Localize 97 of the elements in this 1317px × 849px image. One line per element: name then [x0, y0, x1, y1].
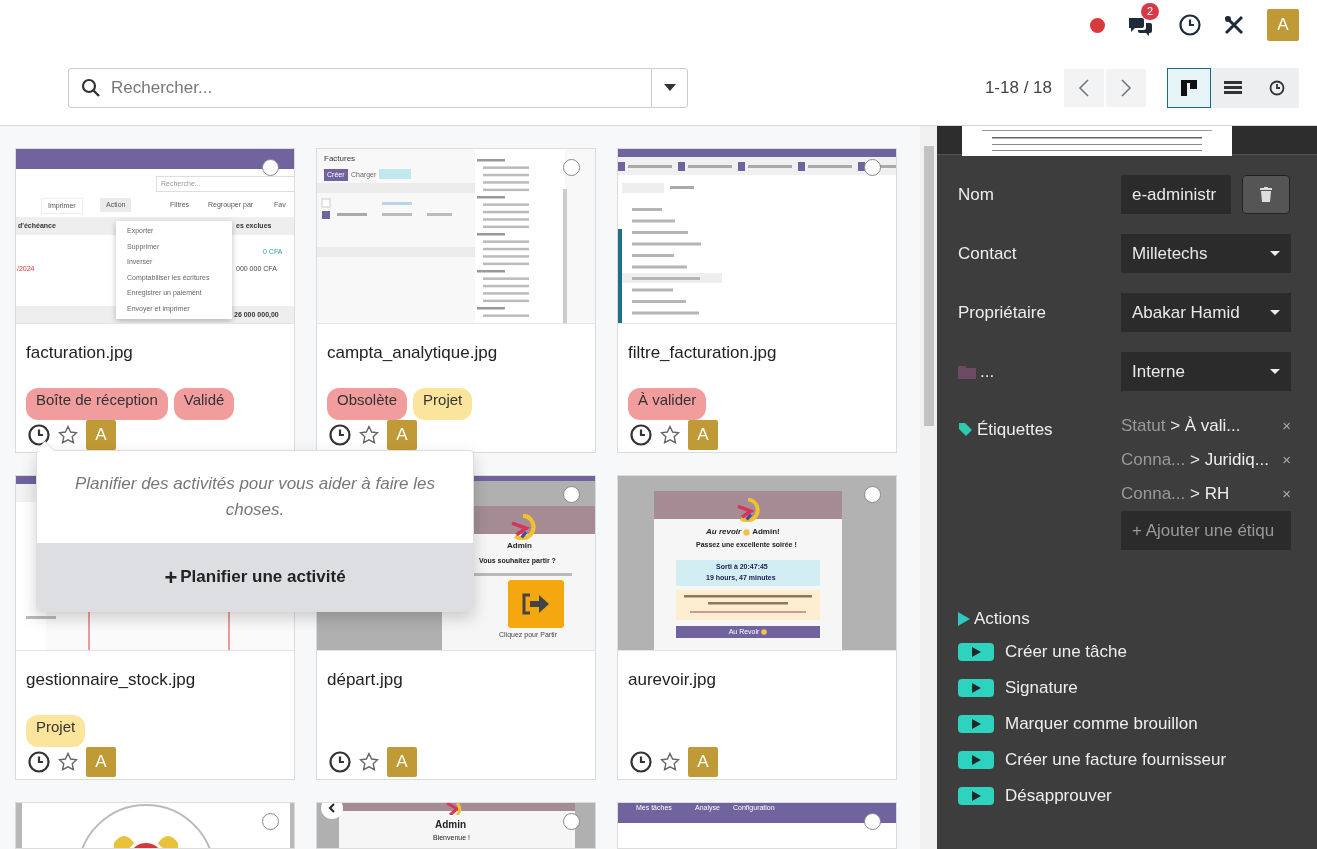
- tag: Validé: [173, 388, 235, 420]
- play-icon: [958, 751, 994, 769]
- clock-icon[interactable]: [329, 424, 351, 446]
- select-field[interactable]: Abakar Hamid: [1121, 293, 1291, 332]
- caret-icon: [1270, 310, 1280, 315]
- trash-icon: [1260, 187, 1272, 202]
- star-icon[interactable]: [359, 425, 379, 445]
- select-field[interactable]: Interne: [1121, 352, 1291, 391]
- play-icon: [958, 643, 994, 661]
- notification-badge: 2: [1141, 3, 1160, 20]
- chevron-left-icon: [1078, 77, 1090, 98]
- hint-text: Planifier des activités pour vous aider à faire les choses.: [74, 473, 436, 522]
- tools-icon[interactable]: [1223, 14, 1245, 36]
- action-item[interactable]: Créer une facture fournisseur: [958, 742, 1317, 778]
- scrollbar[interactable]: [920, 126, 937, 849]
- star-icon[interactable]: [660, 752, 680, 772]
- hand-icon: [761, 629, 768, 635]
- delete-button[interactable]: [1242, 175, 1290, 214]
- user-name: Admin!: [752, 528, 780, 537]
- file-name: campta_analytique.jpg: [326, 342, 499, 364]
- triangle-icon: [958, 612, 970, 626]
- clock-icon[interactable]: [1179, 14, 1201, 36]
- clock-icon[interactable]: [329, 751, 351, 773]
- greeting-text: Au revoir: [706, 528, 742, 537]
- file-name: facturation.jpg: [25, 342, 134, 364]
- user-name: Admin: [507, 542, 532, 551]
- clock-icon[interactable]: [630, 751, 652, 773]
- field-label: Contact: [958, 242, 1017, 265]
- hand-icon: [743, 528, 751, 536]
- tag: Conna... > RH: [1121, 481, 1230, 507]
- chevron-right-icon: [1120, 77, 1132, 98]
- play-icon: [958, 679, 994, 697]
- user-avatar: A: [387, 420, 417, 450]
- field-label: Propriétaire: [958, 301, 1046, 324]
- star-icon[interactable]: [58, 752, 78, 772]
- star-icon[interactable]: [359, 752, 379, 772]
- user-avatar: A: [86, 420, 116, 450]
- select-checkbox[interactable]: [864, 486, 881, 503]
- chevron-left-icon: [328, 803, 336, 813]
- pager-range: 1-18 / 18: [984, 76, 1052, 99]
- section-title: Actions: [974, 608, 1030, 631]
- schedule-activity-button[interactable]: +Planifier une activité: [37, 543, 473, 611]
- tag-input-field[interactable]: + Ajouter une étiqu: [1121, 511, 1291, 550]
- file-name: départ.jpg: [326, 669, 404, 691]
- logo-icon: [736, 498, 760, 522]
- user-avatar: A: [688, 420, 718, 450]
- caret-icon[interactable]: [663, 83, 676, 92]
- select-checkbox[interactable]: [563, 159, 580, 176]
- user-avatar: A: [688, 747, 718, 777]
- caret-icon: [1270, 369, 1280, 374]
- file-name: filtre_facturation.jpg: [627, 342, 778, 364]
- select-field[interactable]: Milletechs: [1121, 234, 1291, 273]
- clock-icon[interactable]: [630, 424, 652, 446]
- tag-icon: [958, 422, 973, 438]
- field-label: ...: [980, 360, 995, 383]
- play-icon: [958, 787, 994, 805]
- play-icon: [958, 715, 994, 733]
- clock-icon[interactable]: [28, 751, 50, 773]
- clock-icon: [1269, 79, 1285, 96]
- star-icon[interactable]: [58, 425, 78, 445]
- user-name: Admin: [435, 819, 467, 830]
- user-avatar: A: [387, 747, 417, 777]
- list-icon: [1224, 81, 1242, 94]
- name-field[interactable]: e-administr: [1121, 175, 1231, 214]
- user-avatar: A: [86, 747, 116, 777]
- action-item[interactable]: Signature: [958, 670, 1317, 706]
- tag: Conna... > Juridiq...: [1121, 447, 1269, 473]
- tag: Statut > À vali...: [1121, 413, 1241, 439]
- folder-icon: [958, 364, 976, 379]
- search-field[interactable]: Rechercher...: [68, 67, 688, 108]
- exit-icon: [522, 593, 550, 615]
- file-name: gestionnaire_stock.jpg: [25, 669, 197, 691]
- star-icon[interactable]: [660, 425, 680, 445]
- file-name: aurevoir.jpg: [627, 669, 717, 691]
- field-label: Étiquettes: [977, 419, 1053, 441]
- kanban-icon: [1181, 79, 1197, 96]
- action-item[interactable]: Créer une tâche: [958, 634, 1317, 670]
- image-thumbnail[interactable]: [16, 149, 294, 324]
- logo-icon: [510, 514, 536, 540]
- tag: À valider: [628, 388, 707, 420]
- tag: Boîte de réception: [26, 388, 168, 420]
- caret-icon: [1270, 251, 1280, 256]
- logo-icon: [445, 803, 463, 815]
- remove-tag-button[interactable]: ×: [1282, 482, 1291, 506]
- tag: Projet: [413, 388, 473, 420]
- page-title: Factures: [324, 155, 356, 164]
- clock-icon[interactable]: [28, 424, 50, 446]
- search-input[interactable]: Rechercher...: [109, 73, 651, 102]
- action-item[interactable]: Marquer comme brouillon: [958, 706, 1317, 742]
- search-icon: [81, 77, 101, 98]
- tag: Obsolète: [327, 388, 408, 420]
- field-label: Nom: [958, 183, 994, 206]
- tag: Projet: [26, 715, 86, 747]
- view-button[interactable]: [1167, 67, 1211, 108]
- action-item[interactable]: Désapprouver: [958, 778, 1317, 814]
- remove-tag-button[interactable]: ×: [1282, 414, 1291, 438]
- remove-tag-button[interactable]: ×: [1282, 448, 1291, 472]
